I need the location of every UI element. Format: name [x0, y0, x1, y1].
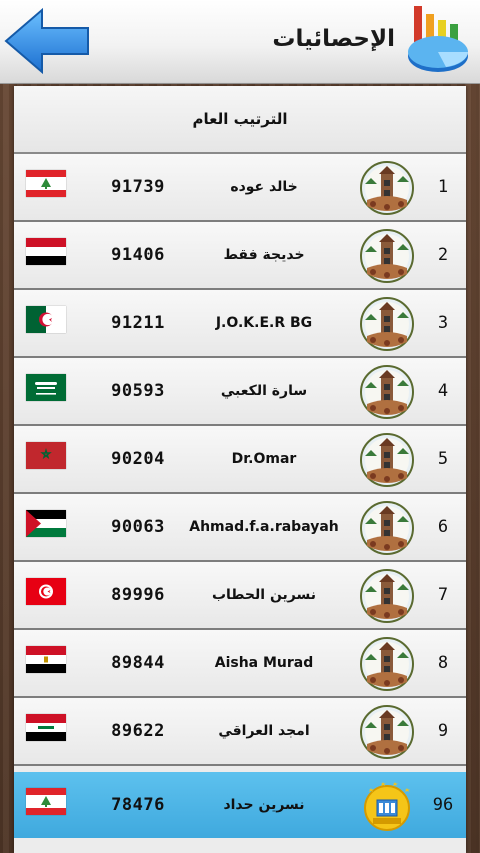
palestine-flag-icon	[26, 510, 66, 537]
leaderboard-row[interactable]: 91406 خديجة فقط 2	[14, 222, 466, 290]
header-bar: الإحصائيات	[0, 0, 480, 84]
tower-avatar-icon	[359, 364, 415, 420]
player-rank: 8	[437, 653, 449, 673]
player-score: 91739	[111, 177, 165, 197]
player-rank: 6	[437, 517, 449, 537]
player-name: J.O.K.E.R BG	[215, 315, 313, 331]
egypt-flag-icon	[26, 646, 66, 673]
player-score: 78476	[111, 795, 165, 815]
player-name: Aisha Murad	[214, 655, 314, 671]
player-name: Ahmad.f.a.rabayah	[189, 519, 339, 535]
tower-avatar-icon	[359, 636, 415, 692]
player-name: نسرين حداد	[223, 797, 305, 813]
stats-chart-icon	[406, 4, 470, 78]
tower-avatar-icon	[359, 228, 415, 284]
trophy-avatar-icon	[359, 778, 415, 834]
algeria-flag-icon	[26, 306, 66, 333]
saudi-arabia-flag-icon	[26, 374, 66, 401]
player-rank: 96	[432, 795, 454, 815]
player-score: 89622	[111, 721, 165, 741]
tower-avatar-icon	[359, 432, 415, 488]
player-score: 89844	[111, 653, 165, 673]
tower-avatar-icon	[359, 704, 415, 760]
back-button[interactable]	[4, 6, 90, 76]
leaderboard-row[interactable]: 90204 Dr.Omar 5	[14, 426, 466, 494]
yemen-flag-icon	[26, 238, 66, 265]
player-rank: 9	[437, 721, 449, 741]
lebanon-flag-icon	[26, 170, 66, 197]
leaderboard-row[interactable]: 89996 نسرين الحطاب 7	[14, 562, 466, 630]
player-rank: 5	[437, 449, 449, 469]
player-name: نسرين الحطاب	[211, 587, 317, 603]
tower-avatar-icon	[359, 568, 415, 624]
tower-avatar-icon	[359, 500, 415, 556]
player-name: امجد العراقي	[218, 723, 310, 739]
leaderboard-row[interactable]: 89844 Aisha Murad 8	[14, 630, 466, 698]
player-score: 91211	[111, 313, 165, 333]
player-rank: 7	[437, 585, 449, 605]
player-score: 89996	[111, 585, 165, 605]
back-arrow-icon	[4, 7, 89, 75]
current-user-row[interactable]: 78476 نسرين حداد 96	[14, 772, 466, 838]
leaderboard-row[interactable]: 90593 سارة الكعبي 4	[14, 358, 466, 426]
leaderboard-row[interactable]: 90063 Ahmad.f.a.rabayah 6	[14, 494, 466, 562]
player-score: 91406	[111, 245, 165, 265]
leaderboard-panel: الترتيب العام 91739 خالد عوده 1 91406 خديجة …	[14, 86, 466, 853]
player-name: Dr.Omar	[231, 451, 297, 467]
player-score: 90204	[111, 449, 165, 469]
iraq-flag-icon	[26, 714, 66, 741]
tower-avatar-icon	[359, 160, 415, 216]
tunisia-flag-icon	[26, 578, 66, 605]
player-score: 90063	[111, 517, 165, 537]
player-rank: 1	[437, 177, 449, 197]
leaderboard-row[interactable]: 91739 خالد عوده 1	[14, 154, 466, 222]
morocco-flag-icon	[26, 442, 66, 469]
page-title: الإحصائيات	[272, 26, 395, 52]
player-score: 90593	[111, 381, 165, 401]
player-rank: 2	[437, 245, 449, 265]
leaderboard-title: الترتيب العام	[14, 86, 466, 154]
tower-avatar-icon	[359, 296, 415, 352]
player-name: خديجة فقط	[223, 247, 305, 263]
lebanon-flag-icon	[26, 788, 66, 815]
player-rank: 3	[437, 313, 449, 333]
leaderboard-row[interactable]: 89622 امجد العراقي 9	[14, 698, 466, 766]
player-rank: 4	[437, 381, 449, 401]
leaderboard-row[interactable]: 91211 J.O.K.E.R BG 3	[14, 290, 466, 358]
player-name: خالد عوده	[230, 179, 298, 195]
player-name: سارة الكعبي	[220, 383, 308, 399]
